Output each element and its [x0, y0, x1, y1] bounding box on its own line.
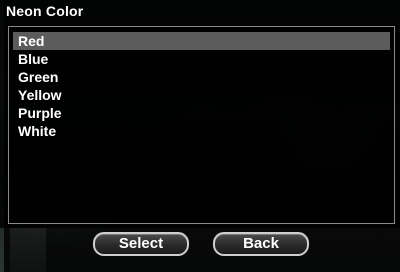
color-list: Red Blue Green Yellow Purple White	[13, 32, 390, 140]
select-button[interactable]: Select	[93, 232, 189, 256]
list-item-green[interactable]: Green	[13, 68, 390, 86]
list-item-white[interactable]: White	[13, 122, 390, 140]
list-item-purple[interactable]: Purple	[13, 104, 390, 122]
window-title: Neon Color	[6, 3, 84, 19]
list-item-red[interactable]: Red	[13, 32, 390, 50]
neon-color-window: Neon Color Red Blue Green Yellow Purple …	[0, 0, 400, 228]
color-list-box: Red Blue Green Yellow Purple White	[8, 26, 395, 224]
background-figure	[10, 228, 46, 272]
back-button[interactable]: Back	[213, 232, 309, 256]
list-item-yellow[interactable]: Yellow	[13, 86, 390, 104]
list-item-blue[interactable]: Blue	[13, 50, 390, 68]
